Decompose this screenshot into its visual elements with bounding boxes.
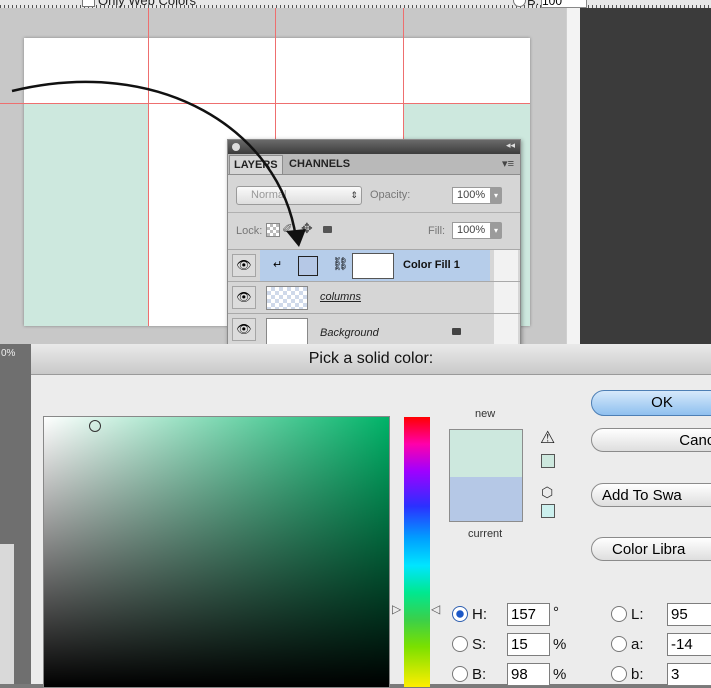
s-field[interactable]: 15 — [507, 633, 550, 656]
gamut-color-chip[interactable] — [541, 454, 555, 468]
lab-b-label: b: — [631, 666, 644, 683]
lab-b-radio[interactable] — [611, 666, 627, 682]
out-of-gamut-warning-icon[interactable]: ⚠ — [540, 428, 555, 448]
b-label: B: — [472, 666, 487, 683]
a-radio[interactable] — [611, 636, 627, 652]
s-unit: % — [553, 636, 567, 653]
s-radio[interactable] — [452, 636, 468, 652]
hue-slider-right-handle-icon[interactable]: ◁ — [431, 602, 440, 616]
a-label: a: — [631, 636, 644, 653]
new-color-swatch — [449, 429, 523, 477]
color-cursor[interactable] — [89, 420, 101, 432]
web-safe-color-chip[interactable] — [541, 504, 555, 518]
current-label: current — [468, 528, 503, 540]
web-safe-warning-icon[interactable]: ⬡ — [541, 484, 553, 501]
l-radio[interactable] — [611, 606, 627, 622]
tools-panel: 0% — [0, 344, 31, 684]
color-libraries-button[interactable]: Color Libra — [591, 537, 711, 561]
h-unit: ° — [553, 604, 559, 621]
cancel-button[interactable]: Cancel — [591, 428, 711, 452]
a-field[interactable]: -14 — [667, 633, 711, 656]
tool-strip[interactable] — [0, 544, 14, 684]
zoom-label: 0% — [1, 348, 16, 359]
dialog-title: Pick a solid color: — [31, 344, 711, 375]
b-radio[interactable] — [452, 666, 468, 682]
h-field[interactable]: 157 — [507, 603, 550, 626]
l-label: L: — [631, 606, 644, 623]
h-radio[interactable] — [452, 606, 468, 622]
b-unit: % — [553, 666, 567, 683]
s-label: S: — [472, 636, 487, 653]
arrow-line — [11, 80, 298, 239]
l-field[interactable]: 95 — [667, 603, 711, 626]
add-to-swatches-button[interactable]: Add To Swa — [591, 483, 711, 507]
arrow-head — [286, 229, 306, 247]
ok-button[interactable]: OK — [591, 390, 711, 416]
b-field[interactable]: 98 — [507, 663, 550, 686]
new-label: new — [475, 408, 496, 420]
h-label: H: — [472, 606, 487, 623]
hue-slider[interactable] — [404, 417, 430, 687]
current-color-swatch[interactable] — [449, 477, 523, 522]
lab-b-field[interactable]: 3 — [667, 663, 711, 686]
color-picker-dialog: Pick a solid color: ▷ ◁ new current ⚠ ⬡ … — [31, 344, 711, 688]
hue-slider-left-handle-icon[interactable]: ▷ — [392, 602, 401, 616]
saturation-brightness-field[interactable] — [43, 416, 390, 688]
